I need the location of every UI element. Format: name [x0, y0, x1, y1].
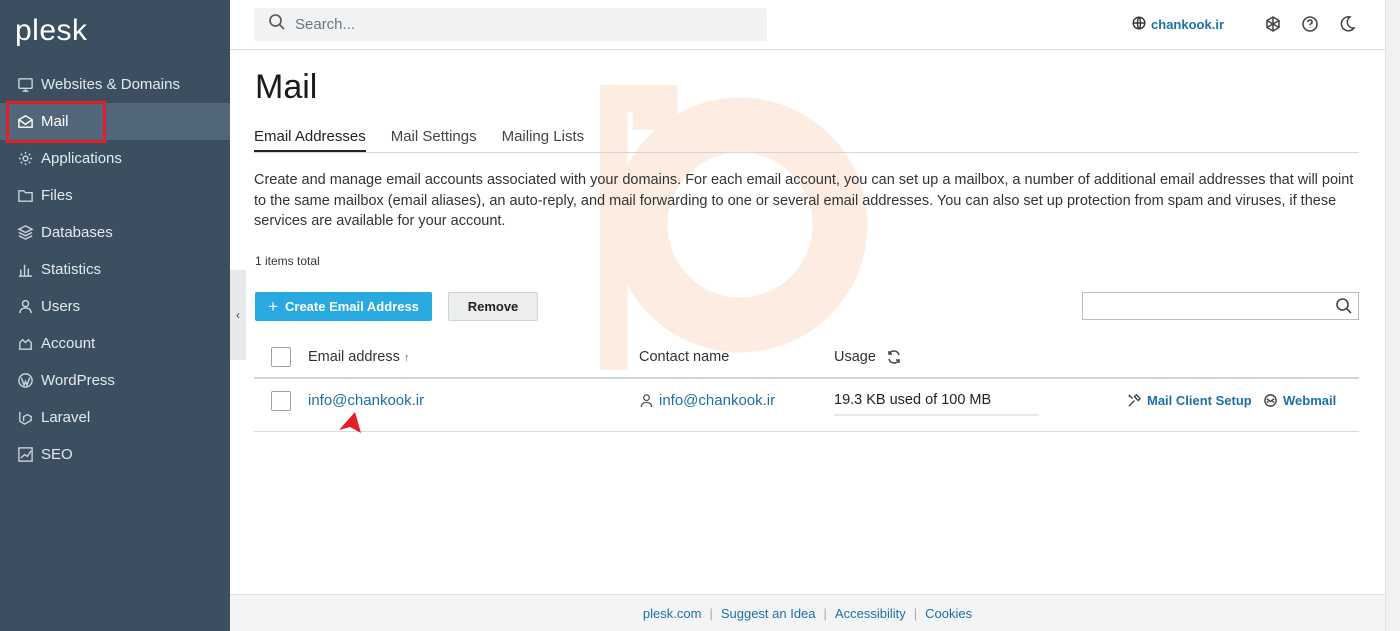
sidebar-item-label: Laravel: [41, 409, 91, 426]
sort-ascending-icon: ↑: [403, 352, 410, 364]
chevron-left-icon: ‹: [236, 308, 240, 322]
gear-icon: [16, 150, 34, 168]
moon-icon[interactable]: [1337, 14, 1357, 34]
user-icon: [639, 393, 654, 408]
domain-link[interactable]: chankook.ir: [1132, 15, 1224, 33]
contact-name-link[interactable]: info@chankook.ir: [659, 392, 775, 409]
extensions-icon[interactable]: [1263, 14, 1283, 34]
help-icon[interactable]: [1300, 14, 1320, 34]
sidebar-item-label: Databases: [41, 224, 113, 241]
bar-chart-icon: [16, 261, 34, 279]
footer-link-suggest-idea[interactable]: Suggest an Idea: [721, 606, 816, 621]
red-pointer-arrow-icon: [339, 412, 361, 433]
topbar: chankook.ir: [230, 0, 1385, 50]
search-icon[interactable]: [1335, 297, 1353, 315]
sidebar-item-label: WordPress: [41, 372, 115, 389]
tab-bar: Email Addresses Mail Settings Mailing Li…: [254, 128, 1359, 153]
webmail-label: Webmail: [1283, 393, 1337, 408]
topbar-actions: chankook.ir: [1132, 14, 1357, 34]
footer-separator: |: [823, 605, 827, 621]
envelope-icon: [16, 113, 34, 131]
seo-chart-icon: [16, 446, 34, 464]
wordpress-icon: [16, 372, 34, 390]
column-header-label: Email address: [308, 349, 400, 365]
filter-input[interactable]: [1083, 293, 1323, 319]
sidebar-item-applications[interactable]: Applications: [0, 140, 230, 177]
usage-bar: [834, 414, 1039, 416]
email-address-link[interactable]: info@chankook.ir: [308, 392, 424, 409]
search-icon: [268, 13, 286, 36]
table-header: Email address ↑ Contact name Usage: [254, 340, 1359, 379]
items-total: 1 items total: [255, 254, 320, 268]
sidebar-item-files[interactable]: Files: [0, 177, 230, 214]
search-input[interactable]: [295, 16, 735, 33]
domain-label: chankook.ir: [1151, 16, 1224, 32]
sidebar-item-mail[interactable]: Mail: [0, 103, 230, 140]
sidebar-item-seo[interactable]: SEO: [0, 436, 230, 473]
sidebar-item-laravel[interactable]: Laravel: [0, 399, 230, 436]
sidebar-item-databases[interactable]: Databases: [0, 214, 230, 251]
sidebar-item-label: Mail: [41, 113, 69, 130]
sidebar-collapse-handle[interactable]: ‹: [230, 270, 246, 360]
plesk-logo[interactable]: plesk: [15, 14, 88, 48]
sidebar-item-account[interactable]: Account: [0, 325, 230, 362]
mail-client-setup-link[interactable]: Mail Client Setup: [1127, 393, 1252, 408]
laravel-icon: [16, 409, 34, 427]
tab-email-addresses[interactable]: Email Addresses: [254, 128, 366, 152]
sidebar-item-label: SEO: [41, 446, 73, 463]
select-all-checkbox[interactable]: [271, 347, 291, 367]
page-scrollbar[interactable]: [1385, 0, 1400, 631]
column-header-email[interactable]: Email address ↑: [308, 349, 409, 365]
sidebar-item-statistics[interactable]: Statistics: [0, 251, 230, 288]
usage-text: 19.3 KB used of 100 MB: [834, 392, 992, 408]
remove-button[interactable]: Remove: [448, 292, 538, 321]
create-email-address-button[interactable]: + Create Email Address: [255, 292, 432, 321]
sidebar-item-label: Websites & Domains: [41, 76, 180, 93]
footer-link-plesk[interactable]: plesk.com: [643, 606, 702, 621]
list-filter[interactable]: [1082, 292, 1359, 320]
tab-mail-settings[interactable]: Mail Settings: [391, 128, 477, 152]
footer: plesk.com | Suggest an Idea | Accessibil…: [230, 594, 1385, 631]
sidebar-item-label: Users: [41, 298, 81, 315]
sidebar-nav: Websites & Domains Mail Applications Fil…: [0, 66, 230, 473]
table-row: info@chankook.ir info@chankook.ir 19.3 K…: [254, 380, 1359, 432]
refresh-icon[interactable]: [886, 349, 902, 365]
footer-separator: |: [709, 605, 713, 621]
footer-separator: |: [913, 605, 918, 621]
column-header-usage[interactable]: Usage: [834, 349, 902, 365]
sidebar-item-label: Applications: [41, 150, 122, 167]
webmail-icon: [1263, 393, 1283, 408]
monitor-icon: [16, 76, 34, 94]
database-icon: [16, 224, 34, 242]
tools-icon: [1127, 393, 1147, 408]
sidebar-item-users[interactable]: Users: [0, 288, 230, 325]
mail-client-setup-label: Mail Client Setup: [1147, 393, 1252, 408]
sidebar-item-label: Account: [41, 335, 96, 352]
globe-icon: [1132, 15, 1151, 33]
column-header-contact[interactable]: Contact name: [639, 349, 729, 365]
create-button-label: Create Email Address: [285, 299, 419, 314]
contact-name-cell: info@chankook.ir: [639, 392, 775, 409]
folder-icon: [16, 187, 34, 205]
sidebar-item-label: Files: [41, 187, 73, 204]
page-title: Mail: [255, 68, 318, 106]
user-icon: [16, 298, 34, 316]
sidebar-item-wordpress[interactable]: WordPress: [0, 362, 230, 399]
page-description: Create and manage email accounts associa…: [254, 172, 1354, 229]
row-checkbox[interactable]: [271, 391, 291, 411]
account-icon: [16, 335, 34, 353]
plus-icon: +: [268, 296, 278, 316]
sidebar-item-label: Statistics: [41, 261, 102, 278]
sidebar: plesk Websites & Domains Mail Applicatio…: [0, 0, 230, 631]
search-box[interactable]: [254, 8, 767, 41]
footer-link-cookies[interactable]: Cookies: [925, 606, 972, 621]
footer-link-accessibility[interactable]: Accessibility: [835, 606, 906, 621]
webmail-link[interactable]: Webmail: [1263, 393, 1336, 408]
column-header-label: Usage: [834, 349, 876, 365]
tab-mailing-lists[interactable]: Mailing Lists: [502, 128, 585, 152]
sidebar-item-websites-domains[interactable]: Websites & Domains: [0, 66, 230, 103]
